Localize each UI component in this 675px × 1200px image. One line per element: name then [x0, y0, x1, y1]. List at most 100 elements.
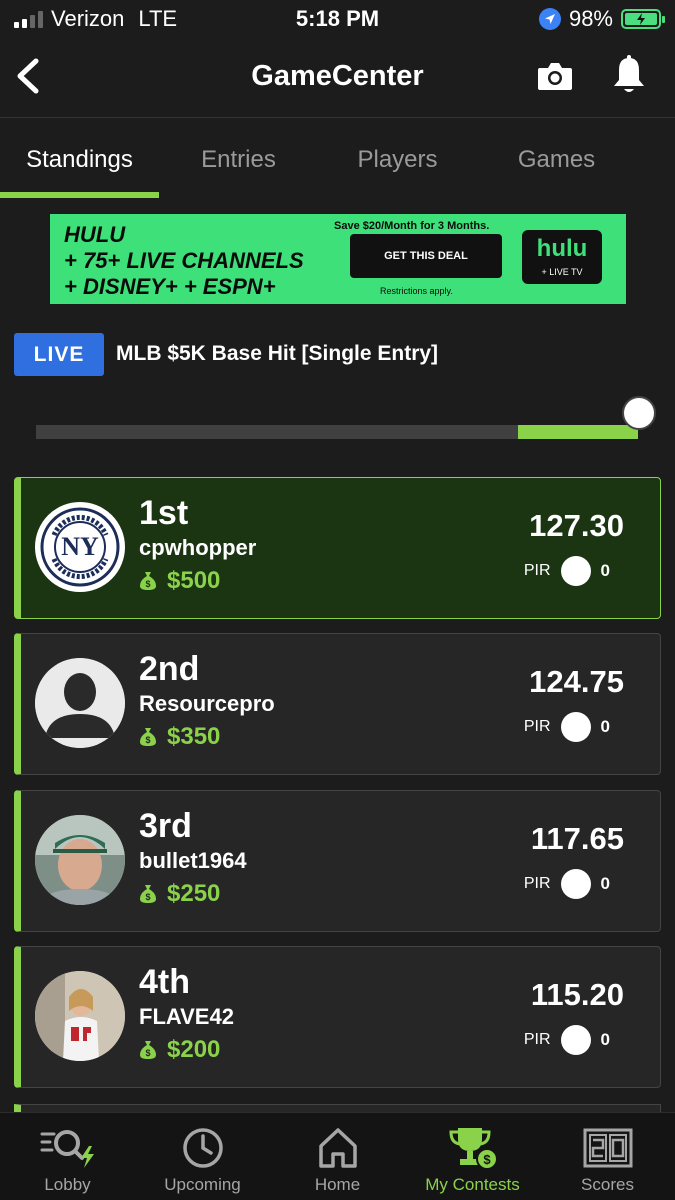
progress-knob[interactable] — [622, 396, 656, 430]
standing-card[interactable]: 4th FLAVE42 $ $200 115.20 PIR 0 — [14, 946, 661, 1088]
contest-title[interactable]: MLB $5K Base Hit [Single Entry] — [116, 342, 438, 366]
score: 127.30 — [529, 508, 624, 543]
pir-progress-icon — [560, 1025, 591, 1055]
bell-icon — [614, 55, 644, 92]
avatar — [35, 658, 125, 748]
prize-amount: $350 — [167, 723, 221, 750]
camera-button[interactable] — [535, 56, 575, 96]
trophy-icon: $ — [448, 1128, 498, 1170]
pir-value: 0 — [600, 561, 610, 580]
prize: $ $250 — [139, 880, 220, 908]
user-photo-icon — [35, 815, 125, 905]
ad-line-1: HULU — [64, 222, 126, 247]
tab-lobby-label: Lobby — [44, 1175, 91, 1194]
clock-icon — [182, 1128, 223, 1168]
prize-amount: $500 — [167, 567, 221, 594]
prize: $ $350 — [139, 723, 220, 751]
tab-home-label: Home — [314, 1175, 361, 1194]
tab-standings[interactable]: Standings — [0, 118, 159, 198]
tab-players[interactable]: Players — [318, 118, 477, 198]
home-icon — [318, 1128, 357, 1168]
tab-home[interactable]: Home — [270, 1113, 405, 1200]
svg-text:$: $ — [483, 1152, 491, 1167]
pir-label: PIR — [523, 718, 551, 735]
location-icon — [538, 8, 561, 30]
svg-text:$: $ — [145, 892, 150, 902]
username: FLAVE42 — [139, 1004, 234, 1029]
pir-label: PIR — [523, 875, 551, 892]
tab-bar: Standings Entries Players Games — [0, 118, 675, 198]
ad-line-2: + 75+ LIVE CHANNELS — [64, 248, 304, 273]
lobby-icon — [40, 1130, 94, 1168]
pir-progress-icon — [560, 712, 591, 742]
tab-upcoming-label: Upcoming — [164, 1175, 241, 1194]
tab-my-contests[interactable]: $ My Contests — [405, 1113, 540, 1200]
username: bullet1964 — [139, 848, 247, 873]
tab-entries[interactable]: Entries — [159, 118, 318, 198]
tab-games[interactable]: Games — [477, 118, 636, 198]
contest-progress-fill — [517, 425, 638, 439]
prize-amount: $200 — [167, 1036, 221, 1063]
pir-value: 0 — [600, 1030, 610, 1049]
hulu-logo-text: hulu — [536, 235, 588, 262]
score: 124.75 — [529, 664, 624, 699]
tab-lobby[interactable]: Lobby — [0, 1113, 135, 1200]
avatar — [35, 971, 125, 1061]
standing-card[interactable]: 2nd Resourcepro $ $350 124.75 PIR 0 — [14, 633, 661, 775]
ad-fine-print: Restrictions apply. — [380, 286, 453, 296]
avatar — [35, 815, 125, 905]
rank-label: 3rd — [139, 807, 192, 845]
prize-amount: $250 — [167, 880, 221, 907]
standing-card[interactable]: NY 1st cpwhopper $ $500 127.30 PIR 0 — [14, 477, 661, 619]
hulu-logo: hulu + LIVE TV — [522, 230, 602, 284]
rank-label: 2nd — [139, 650, 200, 688]
battery-icon — [621, 9, 665, 29]
ad-line-3: + DISNEY+ + ESPN+ — [64, 274, 276, 299]
pir-indicator: PIR 0 — [524, 556, 610, 586]
pir-progress-icon — [560, 556, 591, 586]
prize: $ $500 — [139, 567, 220, 595]
tab-my-contests-label: My Contests — [425, 1175, 520, 1194]
ad-headline: HULU + 75+ LIVE CHANNELS + DISNEY+ + ESP… — [64, 222, 304, 300]
standing-card[interactable]: 3rd bullet1964 $ $250 117.65 PIR 0 — [14, 790, 661, 932]
money-bag-icon: $ — [140, 885, 156, 903]
ad-offer: Save $20/Month for 3 Months. — [334, 220, 490, 232]
nav-bar: GameCenter — [0, 40, 675, 118]
money-bag-icon: $ — [140, 728, 156, 746]
tab-upcoming[interactable]: Upcoming — [135, 1113, 270, 1200]
rank-label: 1st — [139, 494, 189, 532]
money-bag-icon: $ — [140, 1041, 156, 1059]
username: Resourcepro — [139, 691, 275, 716]
notifications-button[interactable] — [609, 54, 649, 96]
hulu-logo-sub: + LIVE TV — [541, 267, 583, 277]
ad-cta-button[interactable]: GET THIS DEAL — [350, 234, 502, 278]
svg-text:$: $ — [145, 579, 150, 589]
pir-value: 0 — [600, 874, 610, 893]
avatar: NY — [35, 502, 125, 592]
pir-value: 0 — [600, 717, 610, 736]
money-bag-icon: $ — [140, 572, 156, 590]
contest-progress-bar — [36, 425, 638, 439]
default-avatar-icon — [35, 658, 125, 748]
status-right: 98% — [538, 6, 665, 32]
tab-scores[interactable]: Scores — [540, 1113, 675, 1200]
status-bar: Verizon LTE 5:18 PM 98% — [0, 0, 675, 40]
pir-progress-icon — [560, 869, 591, 899]
bottom-tab-bar: Lobby Upcoming Home $ My Contests Scores — [0, 1112, 675, 1200]
pir-indicator: PIR 0 — [524, 712, 610, 742]
pir-label: PIR — [523, 1031, 551, 1048]
pir-indicator: PIR 0 — [524, 1025, 610, 1055]
prize: $ $200 — [139, 1036, 220, 1064]
ad-banner[interactable]: HULU + 75+ LIVE CHANNELS + DISNEY+ + ESP… — [50, 214, 626, 304]
live-badge: LIVE — [14, 333, 104, 376]
yankees-logo-icon: NY — [39, 506, 121, 588]
camera-icon — [538, 63, 572, 90]
svg-text:NY: NY — [61, 532, 99, 561]
user-photo-icon — [35, 971, 125, 1061]
score: 115.20 — [530, 977, 624, 1012]
battery-percent: 98% — [568, 6, 613, 31]
svg-text:$: $ — [145, 1048, 150, 1058]
score: 117.65 — [530, 821, 624, 856]
username: cpwhopper — [139, 535, 257, 560]
tab-scores-label: Scores — [581, 1175, 634, 1194]
